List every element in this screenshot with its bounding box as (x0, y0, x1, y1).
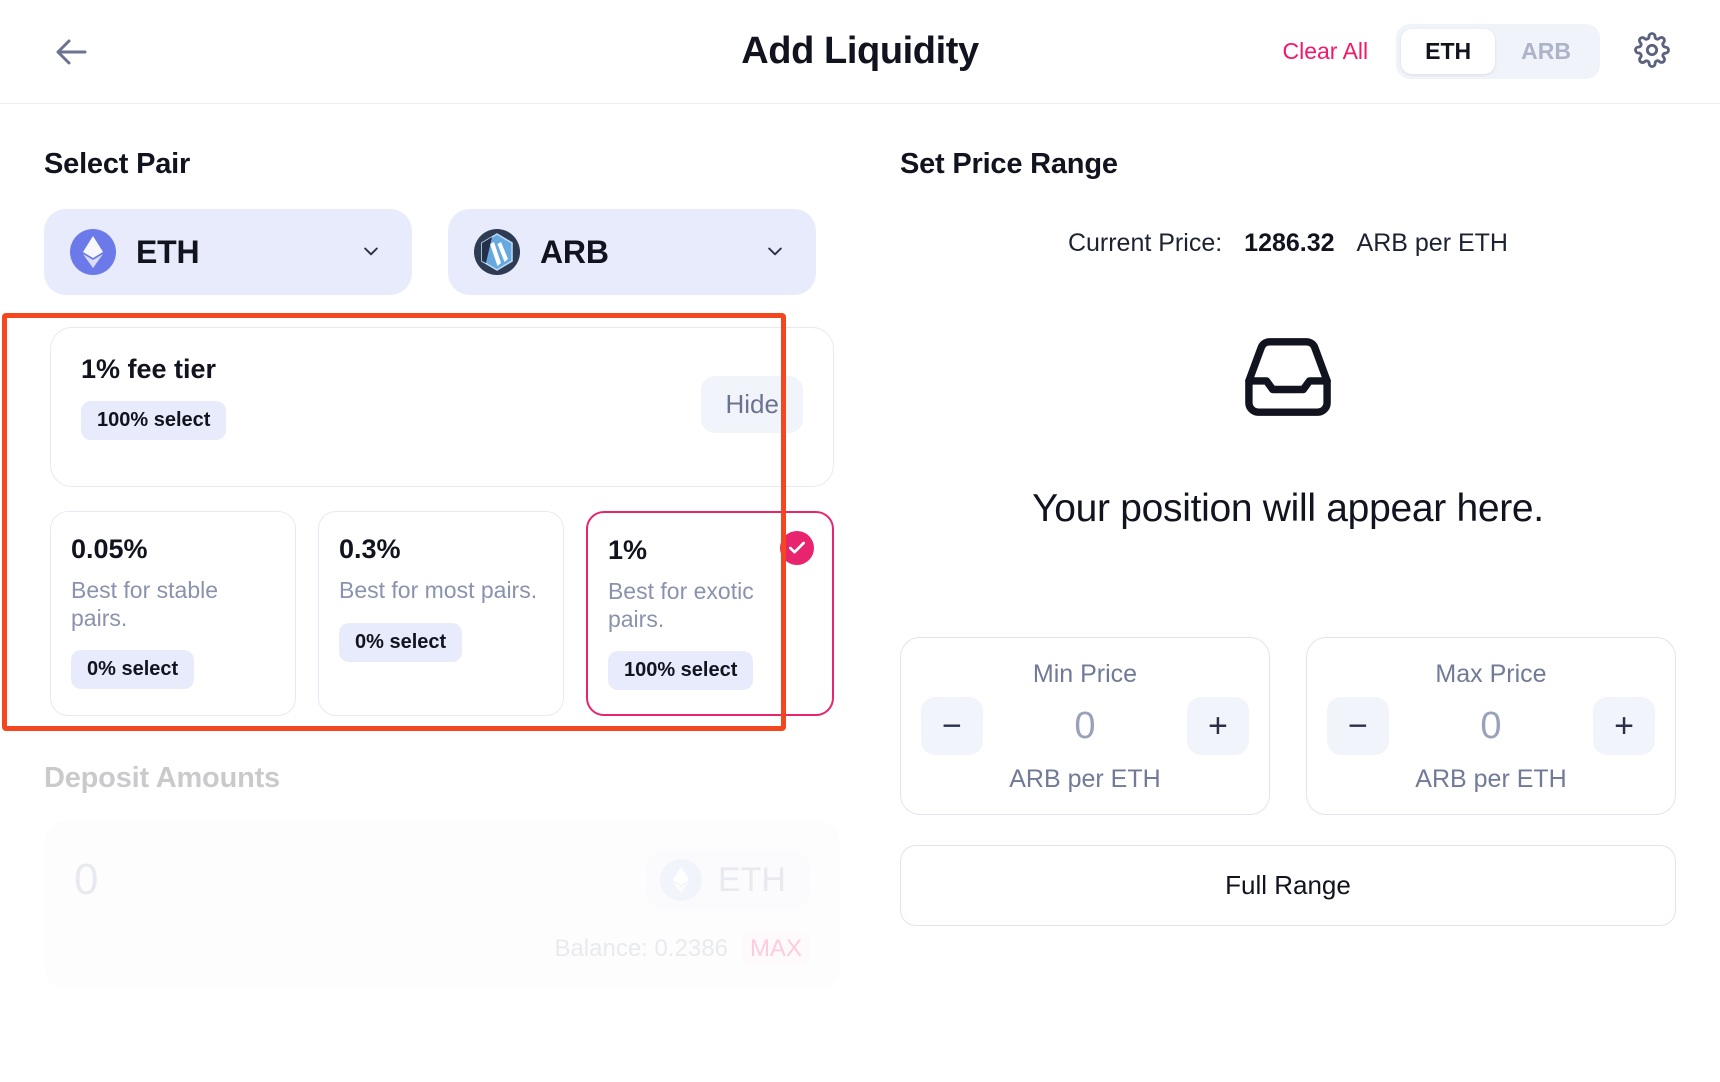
fee-tier-section: 1% fee tier 100% select Hide 0.05% Best … (2, 313, 840, 732)
min-price-stepper: − 0 + (920, 697, 1249, 755)
gear-icon (1634, 32, 1670, 71)
fee-tier-summary-info: 1% fee tier 100% select (81, 354, 701, 440)
min-price-label: Min Price (1032, 660, 1138, 688)
token-pair-row: ETH ARB (44, 209, 840, 295)
min-price-increment-button[interactable]: + (1186, 697, 1249, 755)
check-icon (779, 531, 814, 565)
toggle-option-eth[interactable]: ETH (1401, 29, 1496, 74)
fee-tier-description: Best for exotic pairs. (607, 578, 754, 632)
select-pair-title: Select Pair (44, 148, 191, 180)
ethereum-logo-icon (659, 859, 702, 902)
fee-tier-summary-title: 1% fee tier (81, 354, 217, 384)
min-price-decrement-button[interactable]: − (920, 697, 983, 755)
token-select-arb[interactable]: ARB (448, 209, 816, 295)
current-price-label: Current Price: (1067, 229, 1223, 257)
current-price-row: Current Price: 1286.32 ARB per ETH (900, 229, 1676, 258)
fee-tier-select-badge: 0% select (338, 622, 463, 662)
deposit-balance-row: Balance: 0.2386 MAX (554, 933, 810, 966)
token-order-toggle[interactable]: ETH ARB (1396, 24, 1600, 79)
max-price-label: Max Price (1435, 660, 1547, 688)
deposit-input-box: 0 ETH Balance: 0.2386 MAX (44, 821, 840, 990)
fee-tier-select-badge: 0% select (71, 650, 195, 690)
deposit-input-row: 0 ETH (74, 849, 810, 912)
max-price-decrement-button[interactable]: − (1326, 697, 1389, 755)
min-price-card: Min Price − 0 + ARB per ETH (899, 637, 1270, 815)
ethereum-logo-icon (70, 229, 116, 275)
app-header: Add Liquidity Clear All ETH ARB (0, 0, 1720, 104)
settings-button[interactable] (1628, 28, 1676, 76)
position-empty-text: Your position will appear here. (1032, 487, 1544, 530)
price-range-controls: Min Price − 0 + ARB per ETH Max Price − … (899, 637, 1677, 815)
deposit-token-label: ETH (717, 860, 786, 899)
left-column: Select Pair ETH ARB 1% fee tier 100% sel… (2, 148, 840, 990)
set-price-range-title: Set Price Range (899, 148, 1118, 180)
chevron-down-icon (760, 241, 790, 264)
max-price-unit: ARB per ETH (1415, 765, 1567, 793)
max-price-stepper: − 0 + (1326, 697, 1655, 755)
fee-tier-option-1[interactable]: 1% Best for exotic pairs. 100% select (585, 511, 834, 717)
deposit-amount-input[interactable]: 0 (74, 855, 98, 905)
deposit-token-chip: ETH (645, 849, 810, 912)
fee-tier-percent: 0.05% (71, 534, 148, 564)
current-price-unit: ARB per ETH (1356, 229, 1508, 257)
right-column: Set Price Range Current Price: 1286.32 A… (899, 148, 1677, 989)
min-price-value[interactable]: 0 (1074, 705, 1095, 748)
token-select-eth-label: ETH (136, 233, 200, 270)
fee-tier-select-badge: 100% select (607, 651, 754, 691)
fee-tier-options: 0.05% Best for stable pairs. 0% select 0… (50, 511, 834, 717)
deposit-balance-label: Balance: 0.2386 (554, 935, 728, 963)
max-price-value[interactable]: 0 (1480, 705, 1501, 748)
fee-tier-option-005[interactable]: 0.05% Best for stable pairs. 0% select (50, 511, 296, 717)
min-price-unit: ARB per ETH (1009, 765, 1161, 793)
chevron-down-icon (356, 241, 386, 264)
clear-all-button[interactable]: Clear All (1283, 38, 1369, 65)
fee-tier-summary: 1% fee tier 100% select Hide (50, 327, 834, 487)
arrow-left-icon (51, 36, 91, 68)
arbitrum-logo-icon (474, 229, 520, 275)
fee-tier-summary-badge: 100% select (81, 401, 227, 440)
fee-tier-description: Best for stable pairs. (71, 577, 219, 631)
toggle-option-arb[interactable]: ARB (1497, 29, 1595, 74)
fee-tier-description: Best for most pairs. (338, 577, 538, 603)
deposit-amounts-section: Deposit Amounts 0 ETH Balance: 0.2386 MA… (44, 762, 840, 990)
hide-fee-tiers-button[interactable]: Hide (701, 376, 803, 433)
token-select-eth[interactable]: ETH (44, 209, 412, 295)
fee-tier-option-03[interactable]: 0.3% Best for most pairs. 0% select (317, 511, 564, 717)
current-price-value: 1286.32 (1244, 229, 1335, 257)
deposit-amounts-title: Deposit Amounts (44, 762, 280, 795)
back-button[interactable] (44, 25, 98, 79)
max-price-increment-button[interactable]: + (1593, 697, 1655, 755)
fee-tier-percent: 0.3% (338, 534, 401, 564)
deposit-max-button[interactable]: MAX (741, 933, 810, 966)
page-body: Select Pair ETH ARB 1% fee tier 100% sel… (0, 104, 1720, 990)
max-price-card: Max Price − 0 + ARB per ETH (1305, 637, 1677, 815)
full-range-button[interactable]: Full Range (899, 845, 1676, 926)
inbox-icon (1236, 334, 1340, 425)
position-empty-state: Your position will appear here. (900, 334, 1676, 531)
header-actions: Clear All ETH ARB (1283, 24, 1677, 79)
token-select-arb-label: ARB (540, 233, 609, 270)
